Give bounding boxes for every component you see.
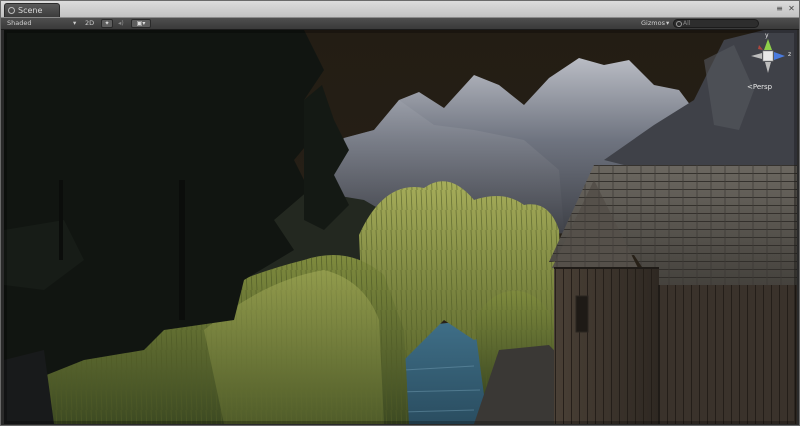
search-icon — [676, 21, 682, 27]
menu-icon[interactable]: ≡ — [775, 4, 784, 13]
gizmos-dropdown[interactable]: Gizmos ▾ — [641, 18, 669, 29]
search-placeholder: All — [683, 20, 691, 27]
gizmos-label: Gizmos — [641, 19, 665, 27]
tab-strip: Scene ≡ ✕ — [1, 1, 799, 18]
scene-toolbar: Shaded ▾ 2D ✦ ◂) ▣▾ Gizmos ▾ All — [1, 18, 799, 30]
tab-scene-label: Scene — [18, 6, 43, 15]
scene-window: Scene ≡ ✕ Shaded ▾ 2D ✦ ◂) ▣▾ Gizmos ▾ A… — [0, 0, 800, 426]
gizmo-y-label: y — [765, 32, 769, 39]
projection-toggle[interactable]: <Persp — [747, 83, 772, 91]
scene-viewport[interactable]: y z <Persp — [4, 30, 797, 424]
tab-scene[interactable]: Scene — [4, 3, 60, 17]
speaker-icon: ◂) — [118, 19, 124, 27]
lighting-toggle-button[interactable]: ✦ — [101, 19, 113, 28]
audio-toggle-button[interactable]: ◂) — [118, 18, 124, 29]
close-icon[interactable]: ✕ — [787, 4, 796, 13]
2d-toggle-label: 2D — [85, 19, 95, 27]
projection-label: Persp — [752, 83, 773, 91]
sun-icon: ✦ — [104, 20, 110, 27]
image-icon: ▣▾ — [136, 20, 146, 27]
scene-render — [4, 30, 797, 424]
search-input[interactable]: All — [673, 19, 759, 28]
gizmo-z-label: z — [788, 51, 792, 58]
2d-toggle-button[interactable]: 2D — [85, 18, 94, 29]
chevron-down-icon: ▾ — [73, 19, 77, 27]
shading-mode-value: Shaded — [7, 19, 32, 27]
shading-mode-dropdown[interactable]: Shaded ▾ — [7, 18, 76, 29]
scene-icon — [8, 7, 15, 14]
chevron-down-icon: ▾ — [666, 19, 670, 27]
effects-dropdown-button[interactable]: ▣▾ — [131, 19, 151, 28]
